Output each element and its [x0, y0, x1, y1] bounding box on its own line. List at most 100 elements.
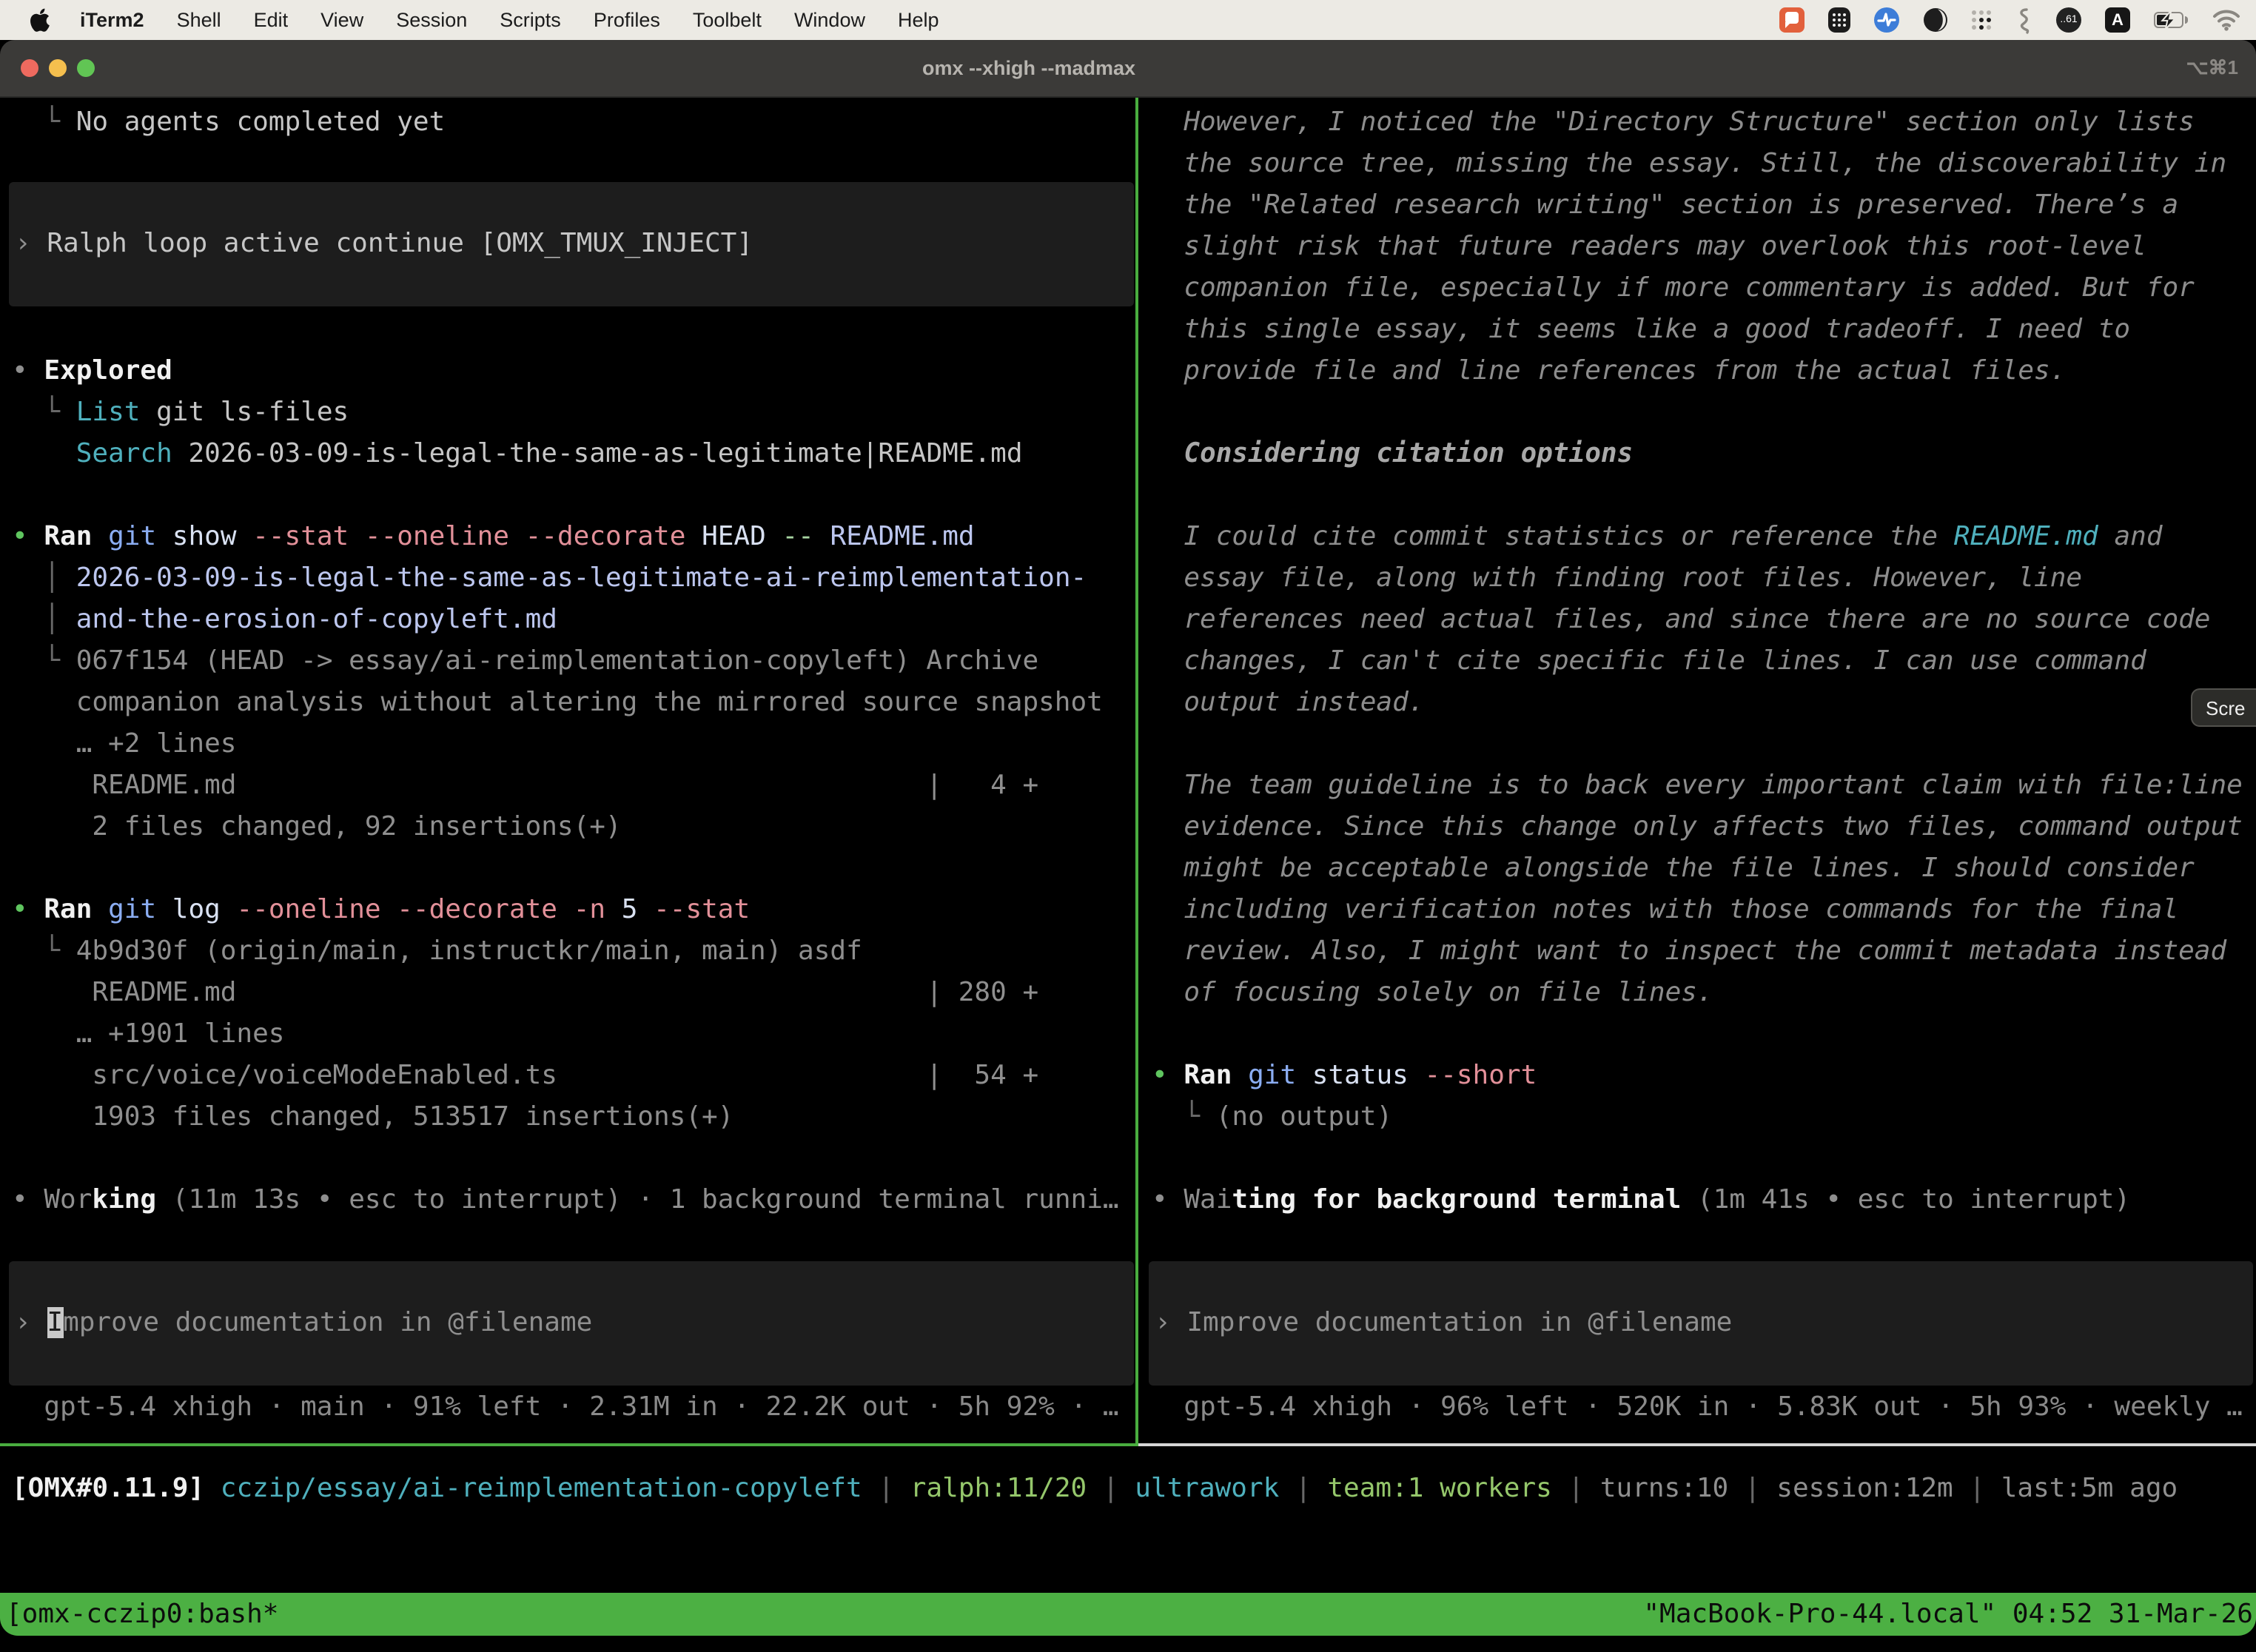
- text-segment: |: [1087, 1473, 1135, 1504]
- terminal-line: … +2 lines: [12, 724, 1135, 765]
- text-segment: companion analysis without altering the …: [12, 687, 1103, 718]
- pane-divider-vertical[interactable]: [1135, 98, 1138, 1446]
- left-prompt-input[interactable]: › Improve documentation in @filename: [9, 1261, 1134, 1386]
- text-segment: ultrawork: [1135, 1473, 1279, 1504]
- terminal-line: • Ran git show --stat --oneline --decora…: [12, 517, 1135, 558]
- text-segment: 2026-03-09-is-legal-the-same-as-legitima…: [172, 438, 1023, 469]
- menu-item-iterm2[interactable]: iTerm2: [80, 9, 144, 31]
- text-segment: provide file and line references from th…: [1152, 355, 2066, 386]
- screenshot-app-icon[interactable]: [1779, 7, 1805, 33]
- terminal-content: └ No agents completed yet• Explored └ Li…: [0, 98, 2256, 1593]
- menu-item-shell[interactable]: Shell: [177, 9, 221, 31]
- text-segment: log: [156, 894, 236, 925]
- battery-icon[interactable]: [2154, 12, 2188, 28]
- text-segment: |: [1279, 1473, 1327, 1504]
- terminal-line: • Ran git status --short: [1152, 1055, 2256, 1097]
- text-segment: Wor: [44, 1184, 92, 1215]
- text-segment: Improve documentation in @filename: [1186, 1307, 1732, 1338]
- terminal-line: │ and-the-erosion-of-copyleft.md: [12, 600, 1135, 641]
- apple-logo-icon[interactable]: [30, 7, 50, 33]
- text-segment: ting for background terminal: [1232, 1184, 1681, 1215]
- terminal-line: [1152, 1138, 2256, 1180]
- terminal-line: companion file, especially if more comme…: [1152, 268, 2256, 309]
- text-segment: evidence. Since this change only affects…: [1152, 811, 2243, 842]
- blue-zap-icon[interactable]: [1874, 7, 1899, 33]
- close-button[interactable]: [21, 59, 38, 77]
- text-segment: --stat: [654, 894, 750, 925]
- menu-item-session[interactable]: Session: [396, 9, 467, 31]
- text-segment: |: [1728, 1473, 1776, 1504]
- terminal-line: references need actual files, and since …: [1152, 600, 2256, 641]
- text-segment: README.md: [830, 521, 975, 552]
- minimize-button[interactable]: [49, 59, 67, 77]
- text-segment: slight risk that future readers may over…: [1152, 231, 2146, 262]
- tmux-session-label: [omx-cczip0:bash*: [6, 1599, 278, 1630]
- title-bar[interactable]: omx --xhigh --madmax ⌥⌘1: [0, 40, 2256, 98]
- right-pane[interactable]: However, I noticed the "Directory Struct…: [1140, 102, 2256, 1221]
- menu-item-window[interactable]: Window: [794, 9, 865, 31]
- terminal-line: src/voice/voiceModeEnabled.ts | 54 +: [12, 1055, 1135, 1097]
- terminal-line: [12, 848, 1135, 890]
- terminal-line: └ 4b9d30f (origin/main, instructkr/main,…: [12, 931, 1135, 973]
- text-segment: of focusing solely on file lines.: [1152, 977, 1713, 1008]
- text-segment: [814, 521, 830, 552]
- text-segment: companion file, especially if more comme…: [1152, 272, 2195, 303]
- window-title: omx --xhigh --madmax: [922, 57, 1135, 79]
- omx-status-bar: [OMX#0.11.9] cczip/essay/ai-reimplementa…: [12, 1468, 2178, 1510]
- text-segment: Ran: [1184, 1060, 1232, 1091]
- terminal-line: └ No agents completed yet: [12, 102, 1135, 144]
- text-segment: └: [12, 107, 76, 138]
- percent-badge-icon[interactable]: ..61: [2056, 7, 2081, 33]
- menu-item-view[interactable]: View: [320, 9, 363, 31]
- terminal-line: [12, 309, 1135, 351]
- text-segment: … +2 lines: [12, 728, 236, 759]
- text-segment: [1232, 1060, 1248, 1091]
- text-segment: git: [108, 521, 156, 552]
- menu-item-toolbelt[interactable]: Toolbelt: [693, 9, 762, 31]
- terminal-line: provide file and line references from th…: [1152, 351, 2256, 392]
- text-segment: essay file, along with finding root file…: [1152, 563, 2082, 594]
- menu-item-scripts[interactable]: Scripts: [500, 9, 561, 31]
- text-segment: Wai: [1184, 1184, 1232, 1215]
- text-segment: 5: [605, 894, 654, 925]
- text-segment: the "Related research writing" section i…: [1152, 189, 2178, 221]
- terminal-line: 1903 files changed, 513517 insertions(+): [12, 1097, 1135, 1138]
- right-prompt-input-text: › Improve documentation in @filename: [1149, 1303, 1732, 1344]
- text-segment: turns:10: [1600, 1473, 1728, 1504]
- text-segment: ›: [15, 228, 47, 259]
- keypad-grid-icon[interactable]: [1828, 7, 1850, 33]
- letter-a-app-icon[interactable]: A: [2105, 7, 2130, 33]
- terminal-line: including verification notes with those …: [1152, 890, 2256, 931]
- ralph-loop-input-text: › Ralph loop active continue [OMX_TMUX_I…: [9, 224, 753, 265]
- text-segment: might be acceptable alongside the file l…: [1152, 853, 2195, 884]
- right-prompt-input[interactable]: › Improve documentation in @filename: [1149, 1261, 2253, 1386]
- terminal-line: However, I noticed the "Directory Struct…: [1152, 102, 2256, 144]
- text-segment: review. Also, I might want to inspect th…: [1152, 936, 2226, 967]
- crescent-icon[interactable]: [1923, 7, 1948, 33]
- tmux-status-bar: [omx-cczip0:bash* "MacBook-Pro-44.local"…: [0, 1593, 2256, 1636]
- text-segment: 4b9d30f (origin/main, instructkr/main, m…: [76, 936, 862, 967]
- menu-item-help[interactable]: Help: [898, 9, 939, 31]
- dots-grid-icon[interactable]: [1972, 10, 1991, 30]
- text-segment: •: [1152, 1060, 1184, 1091]
- right-model-status: gpt-5.4 xhigh · 96% left · 520K in · 5.8…: [1152, 1387, 2243, 1428]
- text-segment: Considering citation options: [1152, 438, 1633, 469]
- squiggle-icon[interactable]: [2015, 7, 2032, 33]
- text-segment: --short: [1425, 1060, 1537, 1091]
- tmux-host-clock: "MacBook-Pro-44.local" 04:52 31-Mar-26: [1643, 1599, 2253, 1630]
- screenshot-app-tail: [1785, 22, 1791, 28]
- text-segment: output instead.: [1152, 687, 1424, 718]
- zoom-button[interactable]: [77, 59, 95, 77]
- wifi-icon[interactable]: [2212, 9, 2241, 31]
- text-segment: this single essay, it seems like a good …: [1152, 314, 2130, 345]
- ralph-loop-input-box[interactable]: › Ralph loop active continue [OMX_TMUX_I…: [9, 182, 1134, 306]
- text-segment: last:5m ago: [2001, 1473, 2178, 1504]
- battery-bolt-icon: [2160, 9, 2178, 31]
- menu-item-edit[interactable]: Edit: [254, 9, 289, 31]
- status-icons: ..61 A: [1779, 7, 2241, 33]
- menu-item-profiles[interactable]: Profiles: [594, 9, 660, 31]
- terminal-line: the "Related research writing" section i…: [1152, 185, 2256, 226]
- text-segment: 067f154 (HEAD -> essay/ai-reimplementati…: [76, 645, 1038, 676]
- terminal-line: review. Also, I might want to inspect th…: [1152, 931, 2256, 973]
- text-segment: king: [92, 1184, 156, 1215]
